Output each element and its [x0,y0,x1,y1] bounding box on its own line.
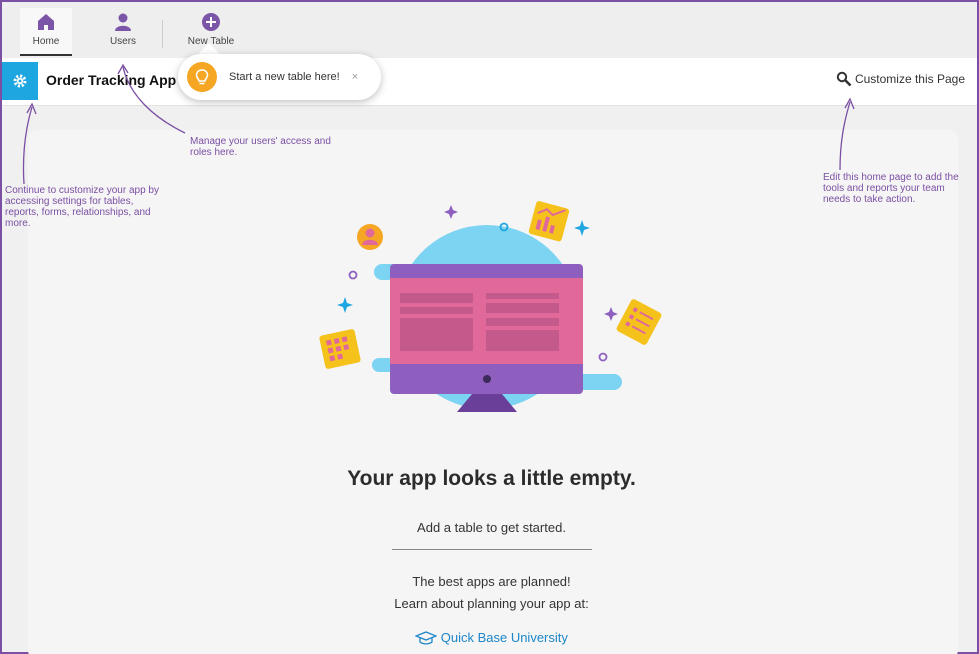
customize-page-button[interactable]: Customize this Page [836,71,965,87]
plus-circle-icon [202,13,220,31]
wrench-key-icon [836,71,852,87]
top-nav: Home Users New Table [2,2,977,58]
nav-divider [162,20,163,48]
tooltip-close-button[interactable]: × [352,71,358,83]
annotation-users: Manage your users' access and roles here… [190,136,331,158]
user-icon [115,13,131,31]
nav-users[interactable]: Users [98,8,148,56]
quick-base-university-label: Quick Base University [440,630,568,646]
new-table-tooltip: Start a new table here! × [178,54,381,100]
customize-page-label: Customize this Page [854,72,965,86]
divider [392,549,592,550]
lightbulb-icon [187,62,217,92]
planning-text-line2: Learn about planning your app at: [394,596,589,611]
app-bar: Order Tracking App Customize this Page [2,58,977,106]
gear-icon [13,74,27,88]
app-settings-button[interactable] [2,62,38,100]
nav-users-label: Users [109,36,137,47]
graduation-cap-icon [414,630,438,645]
home-icon [38,14,54,30]
quick-base-university-link[interactable]: Quick Base University [2,629,979,645]
tooltip-text: Start a new table here! [229,71,340,83]
annotation-customize: Edit this home page to add the tools and… [823,172,959,205]
nav-home-label: Home [32,36,60,47]
annotation-settings: Continue to customize your app by access… [5,185,159,229]
app-title: Order Tracking App [46,72,177,88]
nav-home[interactable]: Home [20,8,72,56]
empty-state-headline: Your app looks a little empty. [347,467,636,490]
planning-text-line1: The best apps are planned! [412,574,571,589]
empty-state-subline: Add a table to get started. [417,520,566,535]
